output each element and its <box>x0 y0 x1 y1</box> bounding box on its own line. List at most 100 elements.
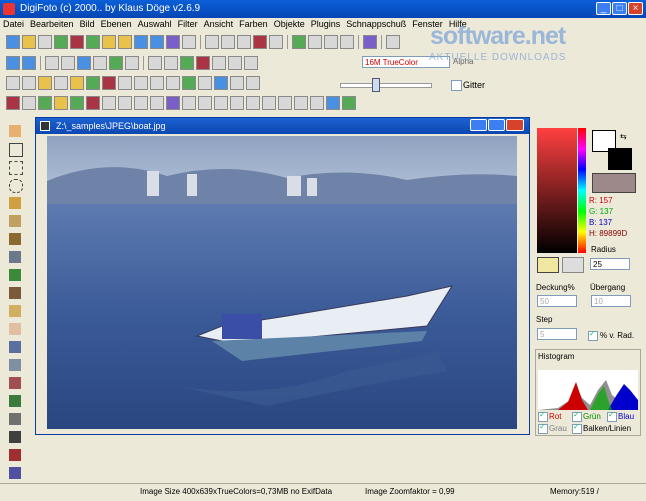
dodge-tool-icon[interactable] <box>7 393 25 409</box>
line-icon[interactable] <box>54 76 68 90</box>
background-swatch[interactable] <box>608 148 632 170</box>
fill-icon[interactable] <box>54 96 68 110</box>
minimize-button[interactable]: _ <box>596 2 611 15</box>
eyedropper-tool-icon[interactable] <box>7 429 25 445</box>
target-icon[interactable] <box>86 96 100 110</box>
undo-icon[interactable] <box>6 56 20 70</box>
pencil-icon[interactable] <box>38 76 52 90</box>
smudge-tool-icon[interactable] <box>7 285 25 301</box>
ring-icon[interactable] <box>310 96 324 110</box>
image-minimize-button[interactable] <box>470 119 487 131</box>
menu-plugins[interactable]: Plugins <box>308 18 344 29</box>
zoom-slider-thumb[interactable] <box>372 78 380 92</box>
blue-checkbox[interactable] <box>607 410 617 422</box>
menu-schnappschuss[interactable]: Schnappschuß <box>343 18 409 29</box>
move-icon[interactable] <box>150 76 164 90</box>
red-checkbox[interactable] <box>538 410 548 422</box>
noise-icon[interactable] <box>244 56 258 70</box>
brush-soft-icon[interactable] <box>562 257 584 273</box>
pattern-icon[interactable] <box>70 96 84 110</box>
eye3-icon[interactable] <box>262 96 276 110</box>
arrange-icon[interactable] <box>134 76 148 90</box>
layers-icon[interactable] <box>214 76 228 90</box>
cut-layer-icon[interactable] <box>61 56 75 70</box>
copy-icon[interactable] <box>221 35 235 49</box>
contrast-icon[interactable] <box>148 56 162 70</box>
hue-slider[interactable] <box>578 128 586 253</box>
maximize-button[interactable]: □ <box>612 2 627 15</box>
sharpen-tool-icon[interactable] <box>7 375 25 391</box>
copy-layer-icon[interactable] <box>45 56 59 70</box>
redo-icon[interactable] <box>22 56 36 70</box>
export-icon[interactable] <box>182 76 196 90</box>
blur-icon[interactable] <box>228 56 242 70</box>
refresh-icon[interactable] <box>125 56 139 70</box>
menu-datei[interactable]: Datei <box>0 18 27 29</box>
new-file-icon[interactable] <box>6 35 20 49</box>
brush-icon[interactable] <box>102 76 116 90</box>
wand-tool-icon[interactable] <box>7 195 25 211</box>
menu-ansicht[interactable]: Ansicht <box>201 18 237 29</box>
text-tool-icon[interactable] <box>7 447 25 463</box>
eye2-icon[interactable] <box>246 96 260 110</box>
grid-checkbox[interactable] <box>451 80 462 91</box>
send-icon[interactable] <box>166 35 180 49</box>
shape-tool-icon[interactable] <box>7 465 25 481</box>
frame-icon[interactable] <box>118 96 132 110</box>
menu-filter[interactable]: Filter <box>175 18 201 29</box>
script-icon[interactable] <box>363 35 377 49</box>
resize-icon[interactable] <box>166 76 180 90</box>
font-icon[interactable] <box>22 96 36 110</box>
radius-input[interactable]: 25 <box>590 258 630 270</box>
flip-icon[interactable] <box>93 56 107 70</box>
mirror-icon[interactable] <box>118 76 132 90</box>
rotate-icon[interactable] <box>109 56 123 70</box>
mask-icon[interactable] <box>150 96 164 110</box>
radius-percent-checkbox[interactable] <box>588 329 598 341</box>
menu-bild[interactable]: Bild <box>77 18 98 29</box>
opacity-input[interactable]: 50 <box>537 295 577 307</box>
texture-icon[interactable] <box>134 96 148 110</box>
shape-dropdown-icon[interactable] <box>22 76 36 90</box>
lasso-tool-icon[interactable] <box>7 177 25 193</box>
eraser-tool-icon[interactable] <box>7 321 25 337</box>
airbrush-tool-icon[interactable] <box>7 249 25 265</box>
list-icon[interactable] <box>269 35 283 49</box>
crop-tool-icon[interactable] <box>7 141 25 157</box>
zoom-out-icon[interactable] <box>246 76 260 90</box>
text-abc-icon[interactable] <box>102 96 116 110</box>
gradient-icon[interactable] <box>38 96 52 110</box>
brush-round-icon[interactable] <box>537 257 559 273</box>
hue-icon[interactable] <box>196 56 210 70</box>
scissors-icon[interactable] <box>237 35 251 49</box>
grid-icon[interactable] <box>38 35 52 49</box>
burn-tool-icon[interactable] <box>7 411 25 427</box>
eye-icon[interactable] <box>230 96 244 110</box>
settings-icon[interactable] <box>198 76 212 90</box>
menu-bearbeiten[interactable]: Bearbeiten <box>27 18 77 29</box>
menu-objekte[interactable]: Objekte <box>271 18 308 29</box>
color-wheel-icon[interactable] <box>6 96 20 110</box>
menu-auswahl[interactable]: Auswahl <box>135 18 175 29</box>
print-icon[interactable] <box>182 35 196 49</box>
pencil-tool-icon[interactable] <box>7 303 25 319</box>
swap-colors-icon[interactable]: ⇆ <box>620 132 627 141</box>
transition-input[interactable]: 10 <box>591 295 631 307</box>
color-grid-icon[interactable] <box>180 56 194 70</box>
menu-farben[interactable]: Farben <box>236 18 271 29</box>
image-maximize-button[interactable] <box>488 119 505 131</box>
blur-tool-icon[interactable] <box>7 357 25 373</box>
record-icon[interactable] <box>324 35 338 49</box>
open-icon[interactable] <box>118 35 132 49</box>
photo-canvas[interactable] <box>47 136 517 429</box>
zoom-slider-track[interactable] <box>340 83 432 88</box>
eye5-icon[interactable] <box>294 96 308 110</box>
step-input[interactable]: 5 <box>537 328 577 340</box>
clone-tool-icon[interactable] <box>7 339 25 355</box>
crop-icon[interactable] <box>182 96 196 110</box>
cut-icon[interactable] <box>205 35 219 49</box>
duplicate-icon[interactable] <box>77 56 91 70</box>
save-icon[interactable] <box>134 35 148 49</box>
image-icon[interactable] <box>70 35 84 49</box>
bucket-tool-icon[interactable] <box>7 267 25 283</box>
